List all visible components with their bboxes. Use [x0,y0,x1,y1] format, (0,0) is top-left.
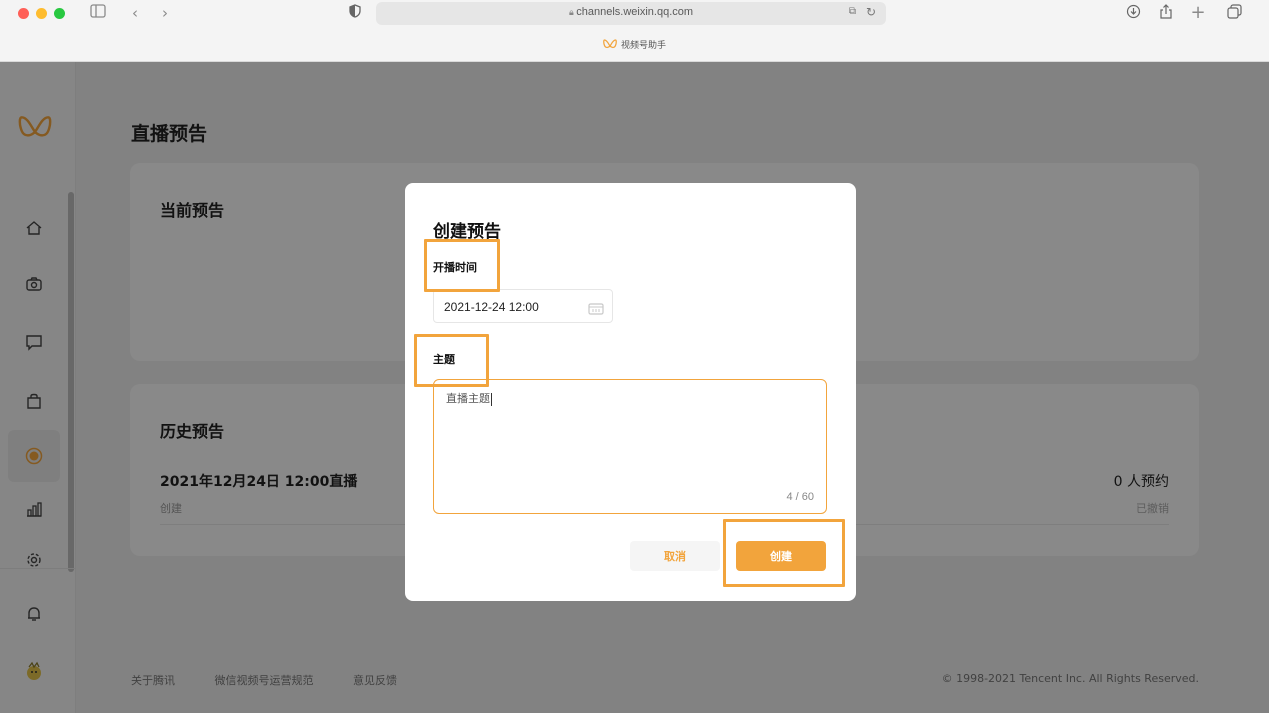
start-time-value: 2021-12-24 12:00 [444,300,539,314]
browser-toolbar: ‹ › 🔒︎ channels.weixin.qq.com ⧉ ↻ + 视频号助… [0,0,1269,62]
reload-icon[interactable]: ↻ [866,5,876,19]
highlight-box-topic [414,334,489,387]
minimize-window-button[interactable] [36,8,47,19]
cancel-button[interactable]: 取消 [630,541,720,571]
close-window-button[interactable] [18,8,29,19]
topic-textarea[interactable]: 直播主题 4 / 60 [433,379,827,514]
tab-overview-icon[interactable] [1224,4,1244,22]
channels-logo-icon [603,39,617,52]
text-caret [491,392,492,406]
download-icon[interactable] [1123,4,1143,22]
maximize-window-button[interactable] [54,8,65,19]
start-time-input[interactable]: 2021-12-24 12:00 [433,289,613,323]
share-icon[interactable] [1156,4,1176,22]
back-icon[interactable]: ‹ [125,4,145,22]
new-tab-icon[interactable]: + [1188,4,1208,22]
active-tab[interactable]: 视频号助手 [0,38,1269,52]
highlight-box-start-time [424,239,500,292]
sidebar-toggle-icon[interactable] [88,4,108,22]
topic-char-count: 4 / 60 [786,491,814,503]
highlight-box-create [723,519,845,587]
address-bar[interactable]: 🔒︎ channels.weixin.qq.com ⧉ ↻ [376,2,886,25]
topic-value: 直播主题 [446,392,490,405]
tab-title: 视频号助手 [620,41,666,51]
window-controls [18,8,65,19]
url-text: channels.weixin.qq.com [576,6,694,18]
forward-icon[interactable]: › [155,4,175,22]
privacy-shield-icon[interactable] [345,4,365,22]
translate-icon[interactable]: ⧉ [849,6,856,17]
calendar-icon[interactable] [588,300,604,319]
